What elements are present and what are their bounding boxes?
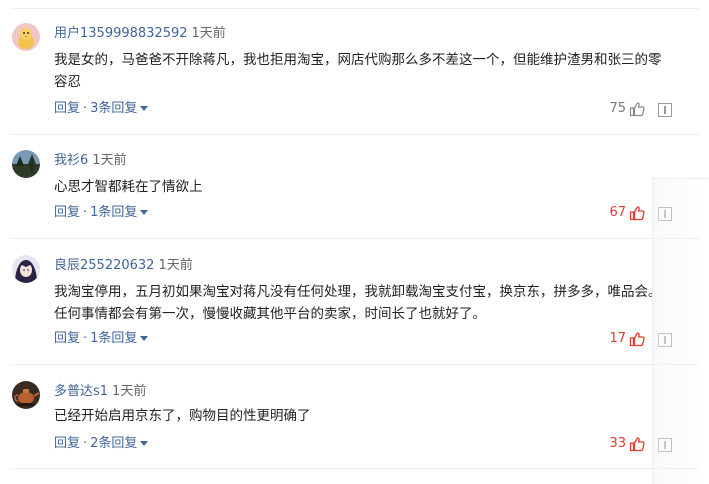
comment-actions: 回复 · 2条回复	[54, 435, 149, 453]
like-button[interactable]: 17	[609, 330, 645, 348]
anime-avatar-icon[interactable]	[12, 255, 40, 283]
like-count: 17	[609, 331, 626, 346]
teapot-avatar-icon[interactable]	[12, 381, 40, 409]
comment-time: 1天前	[158, 258, 193, 273]
comment-text: 心思才智都耗在了情欲上	[54, 179, 203, 195]
separator-dot: ·	[83, 436, 88, 451]
chevron-down-icon	[140, 441, 149, 446]
view-replies-button[interactable]: 1条回复	[90, 331, 137, 346]
comment-author[interactable]: 我衫6	[54, 153, 88, 168]
chevron-down-icon	[140, 336, 149, 341]
like-count: 67	[609, 205, 626, 220]
thumbs-up-icon	[629, 206, 645, 221]
like-button[interactable]: 75	[609, 100, 645, 118]
view-replies-button[interactable]: 3条回复	[90, 101, 137, 116]
comment-time: 1天前	[112, 384, 147, 399]
separator-dot: ·	[83, 205, 88, 220]
reply-button[interactable]: 回复	[54, 436, 80, 451]
like-count: 33	[609, 436, 626, 451]
comment-divider	[10, 238, 699, 239]
reply-button[interactable]: 回复	[54, 331, 80, 346]
separator-dot: ·	[83, 101, 88, 116]
comment-divider	[10, 364, 699, 365]
reply-button[interactable]: 回复	[54, 205, 80, 220]
comment-time: 1天前	[92, 153, 127, 168]
chevron-down-icon	[140, 210, 149, 215]
comment-actions: 回复 · 1条回复	[54, 204, 149, 222]
top-divider	[10, 8, 699, 9]
comment-meta: 我衫6 1天前	[54, 152, 127, 170]
like-button[interactable]: 33	[609, 435, 645, 453]
comment-meta: 用户1359998832592 1天前	[54, 25, 226, 43]
chick-avatar-icon[interactable]	[12, 23, 40, 51]
comment-meta: 多普达s1 1天前	[54, 383, 146, 401]
report-icon[interactable]	[658, 102, 672, 117]
comment-text: 我淘宝停用，五月初如果淘宝对蒋凡没有任何处理，我就卸载淘宝支付宝，换京东，拼多多…	[54, 284, 662, 322]
thumbs-up-icon	[629, 332, 645, 347]
comment-divider	[10, 468, 699, 469]
comment-author[interactable]: 用户1359998832592	[54, 26, 188, 41]
comment-text: 已经开始启用京东了，购物目的性更明确了	[54, 408, 311, 424]
separator-dot: ·	[83, 331, 88, 346]
landscape-avatar-icon[interactable]	[12, 150, 40, 178]
reply-button[interactable]: 回复	[54, 101, 80, 116]
thumbs-up-icon	[629, 102, 645, 117]
side-panel-edge	[652, 178, 709, 484]
comment-actions: 回复 · 3条回复	[54, 100, 149, 118]
chevron-down-icon	[140, 106, 149, 111]
comment-meta: 良辰255220632 1天前	[54, 257, 193, 275]
comment-author[interactable]: 多普达s1	[54, 384, 108, 399]
view-replies-button[interactable]: 1条回复	[90, 205, 137, 220]
comment-author[interactable]: 良辰255220632	[54, 258, 154, 273]
view-replies-button[interactable]: 2条回复	[90, 436, 137, 451]
comment-divider	[10, 134, 699, 135]
like-button[interactable]: 67	[609, 204, 645, 222]
comment-list-page: 用户1359998832592 1天前 我是女的，马爸爸不开除蒋凡，我也拒用淘宝，…	[0, 0, 709, 484]
thumbs-up-icon	[629, 437, 645, 452]
comment-actions: 回复 · 1条回复	[54, 330, 149, 348]
comment-time: 1天前	[191, 26, 226, 41]
like-count: 75	[609, 101, 626, 116]
comment-text: 我是女的，马爸爸不开除蒋凡，我也拒用淘宝，网店代购那么多不差这一个，但能维护渣男…	[54, 52, 662, 90]
